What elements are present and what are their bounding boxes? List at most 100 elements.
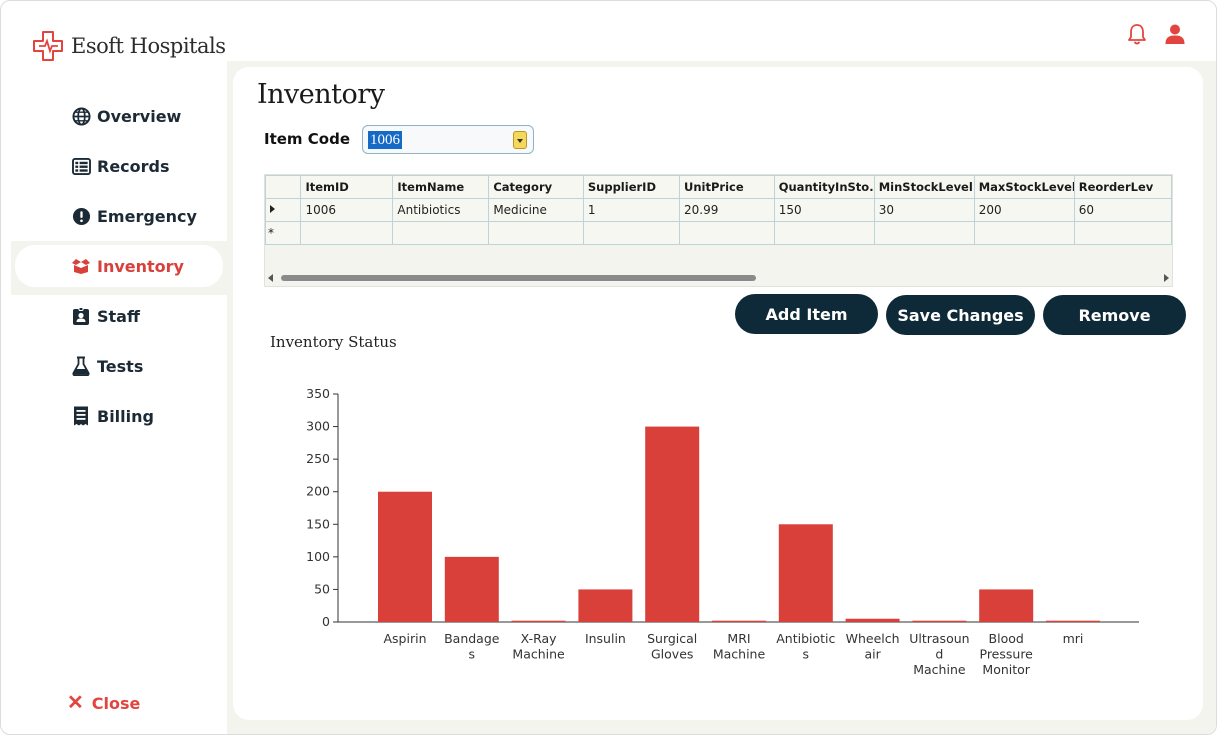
table-row[interactable]: 1006 Antibiotics Medicine 1 20.99 150 30 200 60: [265, 198, 1172, 222]
x-tick-label: Machine: [913, 662, 966, 677]
table-cell[interactable]: [582, 221, 681, 245]
horizontal-scrollbar[interactable]: [265, 270, 1172, 286]
table-cell[interactable]: [973, 221, 1075, 245]
sidebar-item-records[interactable]: Records: [11, 145, 227, 187]
inventory-grid[interactable]: ItemID ItemName Category SupplierID UnitPric…: [264, 174, 1173, 287]
x-tick-label: d: [935, 647, 943, 662]
item-code-combobox[interactable]: 1006: [362, 125, 534, 154]
bar: [845, 618, 900, 622]
close-icon: ✕: [67, 692, 84, 714]
globe-icon: [71, 106, 91, 126]
column-header[interactable]: MinStockLevel: [873, 175, 975, 199]
table-cell[interactable]: 60: [1073, 198, 1172, 222]
column-header[interactable]: QuantityInSto...: [773, 175, 875, 199]
user-icon[interactable]: [1164, 23, 1186, 45]
x-tick-label: air: [864, 647, 881, 662]
table-cell[interactable]: 200: [973, 198, 1075, 222]
remove-button[interactable]: Remove: [1043, 295, 1186, 335]
save-changes-button[interactable]: Save Changes: [886, 295, 1035, 335]
column-header[interactable]: ReorderLev: [1073, 175, 1172, 199]
column-header[interactable]: SupplierID: [582, 175, 681, 199]
x-tick-label: Ultrasoun: [909, 631, 969, 646]
x-tick-label: Blood: [989, 631, 1024, 646]
app-name: Esoft Hospitals: [71, 34, 226, 58]
scroll-thumb[interactable]: [281, 275, 756, 281]
alert-icon: [71, 206, 91, 226]
x-tick-label: Surgical: [647, 631, 697, 646]
y-tick-label: 250: [306, 451, 330, 466]
receipt-icon: [71, 406, 91, 426]
row-header-corner: [265, 175, 302, 199]
table-cell[interactable]: [300, 221, 394, 245]
sidebar-item-overview[interactable]: Overview: [11, 95, 227, 137]
scroll-right-icon[interactable]: [1164, 274, 1169, 282]
current-row-icon: [270, 205, 275, 213]
column-header[interactable]: UnitPrice: [679, 175, 775, 199]
bell-icon[interactable]: [1126, 23, 1148, 45]
table-cell[interactable]: [488, 221, 584, 245]
sidebar-item-billing[interactable]: Billing: [11, 395, 227, 437]
add-item-button[interactable]: Add Item: [735, 294, 878, 334]
sidebar-item-emergency[interactable]: Emergency: [11, 195, 227, 237]
sidebar-item-staff[interactable]: Staff: [11, 295, 227, 337]
table-cell[interactable]: 30: [873, 198, 975, 222]
column-header[interactable]: ItemName: [392, 175, 490, 199]
table-cell[interactable]: Medicine: [488, 198, 584, 222]
x-tick-label: mri: [1063, 631, 1084, 646]
x-tick-label: s: [469, 647, 476, 662]
flask-icon: [71, 356, 91, 376]
x-tick-label: X-Ray: [521, 631, 558, 646]
sidebar-item-tests[interactable]: Tests: [11, 345, 227, 387]
column-header[interactable]: ItemID: [300, 175, 394, 199]
hospital-cross-icon: [33, 31, 63, 61]
x-tick-label: Monitor: [982, 662, 1030, 677]
y-tick-label: 200: [306, 484, 330, 499]
inventory-table: ItemID ItemName Category SupplierID UnitPric…: [265, 175, 1172, 245]
list-icon: [71, 156, 91, 176]
table-cell[interactable]: 150: [773, 198, 875, 222]
bar: [712, 620, 766, 622]
x-tick-label: Gloves: [651, 647, 693, 662]
table-cell[interactable]: [392, 221, 490, 245]
chevron-down-icon[interactable]: [513, 131, 527, 149]
new-row[interactable]: *: [265, 221, 1172, 245]
close-button[interactable]: ✕ Close: [67, 693, 140, 713]
table-cell[interactable]: 1: [582, 198, 681, 222]
inventory-bar-chart: 050100150200250300350Aspirin BandagesX-Ra…: [306, 386, 1139, 677]
table-cell[interactable]: [1073, 221, 1172, 245]
y-tick-label: 150: [306, 516, 330, 531]
sidebar-item-label: Inventory: [97, 256, 184, 276]
sidebar: Overview Records Emergency Inventory Sta…: [11, 95, 227, 445]
bar: [444, 556, 499, 622]
column-header[interactable]: Category: [488, 175, 584, 199]
y-tick-label: 100: [306, 549, 330, 564]
app-window: Esoft Hospitals Overview Records Emergen…: [0, 0, 1217, 735]
item-code-label: Item Code: [264, 130, 351, 148]
y-tick-label: 0: [322, 614, 330, 629]
table-cell[interactable]: [679, 221, 775, 245]
row-selector[interactable]: [265, 198, 302, 222]
column-header[interactable]: MaxStockLevel: [973, 175, 1075, 199]
bar: [1046, 620, 1100, 622]
close-label: Close: [91, 693, 141, 713]
sidebar-item-label: Overview: [97, 106, 182, 126]
x-tick-label: s: [803, 647, 810, 662]
sidebar-item-label: Staff: [97, 306, 140, 326]
sidebar-item-label: Billing: [97, 406, 154, 426]
scroll-left-icon[interactable]: [268, 274, 273, 282]
x-tick-label: Machine: [512, 647, 565, 662]
x-tick-label: Antibiotic: [776, 631, 835, 646]
table-cell[interactable]: 1006: [300, 198, 394, 222]
new-row-marker: *: [265, 221, 302, 245]
table-cell[interactable]: 20.99: [679, 198, 775, 222]
page-title: Inventory: [257, 79, 385, 110]
sidebar-item-inventory[interactable]: Inventory: [15, 245, 223, 287]
table-cell[interactable]: Antibiotics: [392, 198, 490, 222]
bar: [979, 589, 1034, 622]
box-icon: [71, 256, 91, 276]
table-cell[interactable]: [773, 221, 875, 245]
sidebar-item-label: Records: [97, 156, 170, 176]
sidebar-item-label: Tests: [97, 356, 144, 376]
bar: [511, 620, 566, 622]
table-cell[interactable]: [873, 221, 975, 245]
